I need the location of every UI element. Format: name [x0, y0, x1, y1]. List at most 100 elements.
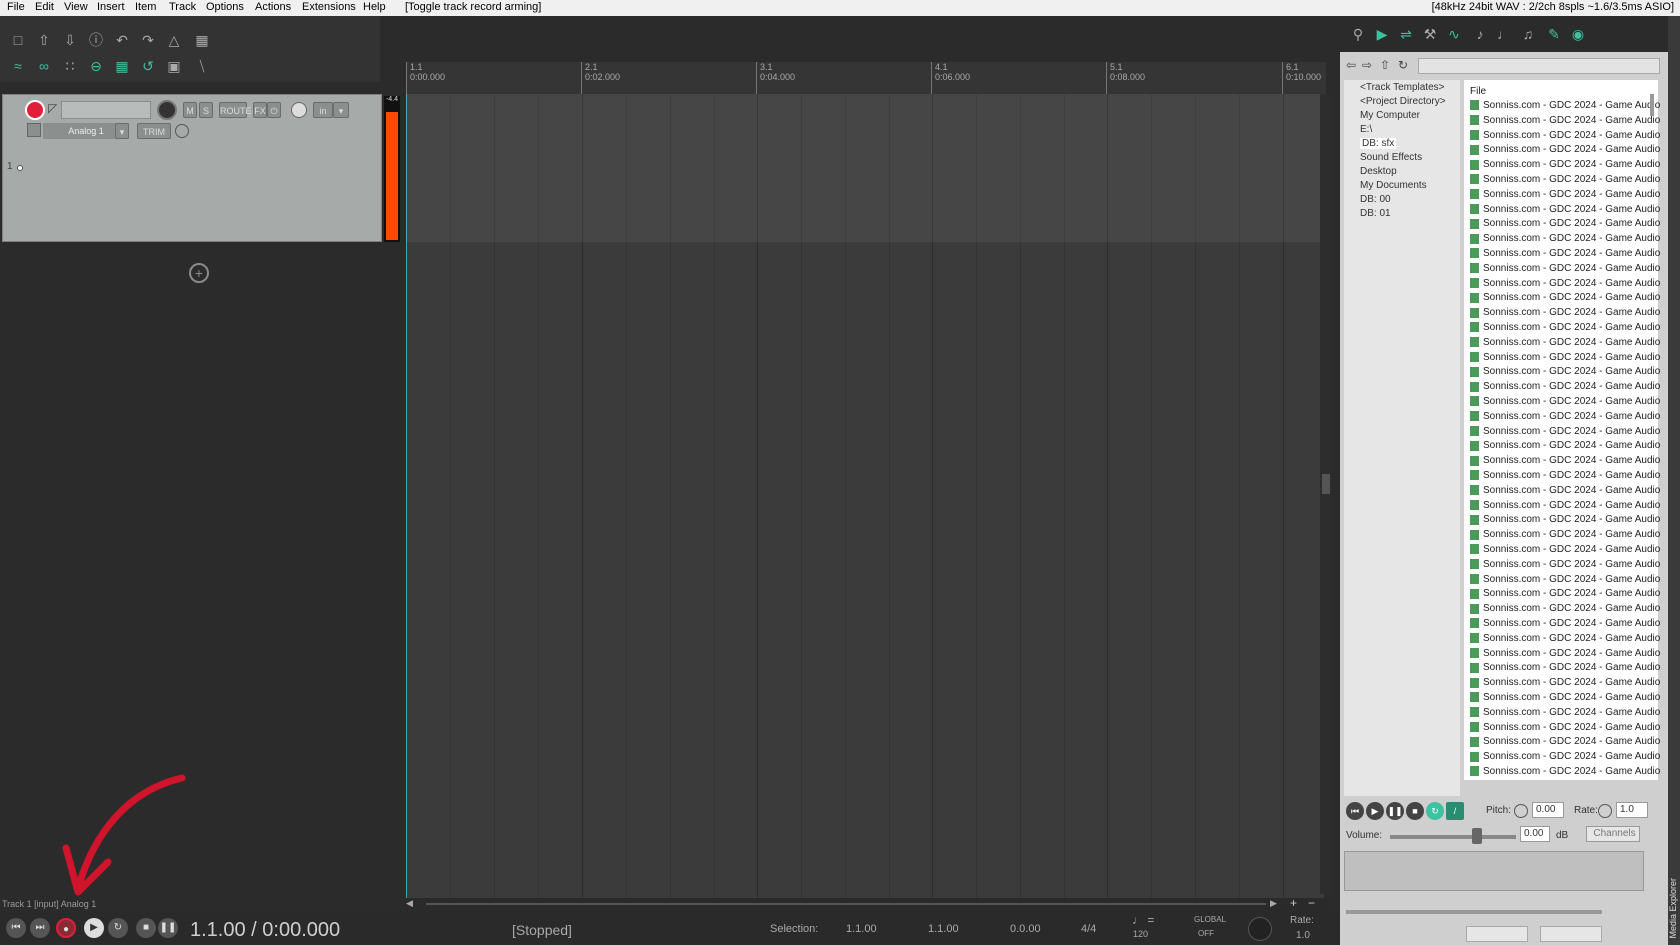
- path-input[interactable]: [1418, 58, 1660, 74]
- file-row[interactable]: Sonniss.com - GDC 2024 - Game Audio: [1470, 751, 1660, 762]
- input-type-icon[interactable]: [27, 123, 41, 137]
- pan-knob[interactable]: [291, 102, 307, 118]
- record-button[interactable]: ●: [56, 918, 76, 938]
- note-icon[interactable]: ♪: [1470, 24, 1490, 44]
- file-row[interactable]: Sonniss.com - GDC 2024 - Game Audio: [1470, 514, 1660, 525]
- preview-position-slider[interactable]: [1346, 910, 1602, 914]
- file-row[interactable]: Sonniss.com - GDC 2024 - Game Audio: [1470, 736, 1660, 747]
- menu-track[interactable]: Track: [169, 1, 196, 13]
- tree-item[interactable]: <Track Templates>: [1360, 82, 1444, 93]
- menu-insert[interactable]: Insert: [97, 1, 125, 13]
- tree-item[interactable]: DB: 00: [1360, 194, 1391, 205]
- save-project-icon[interactable]: ⇩: [60, 30, 80, 50]
- scroll-left-icon[interactable]: ◀: [406, 898, 418, 910]
- media-explorer-dock-tab[interactable]: Media Explorer: [1668, 16, 1680, 945]
- file-row[interactable]: Sonniss.com - GDC 2024 - Game Audio: [1470, 618, 1660, 629]
- file-row[interactable]: Sonniss.com - GDC 2024 - Game Audio: [1470, 662, 1660, 673]
- file-row[interactable]: Sonniss.com - GDC 2024 - Game Audio: [1470, 248, 1660, 259]
- input-monitor-button[interactable]: in: [313, 102, 333, 118]
- global-automation-label[interactable]: GLOBAL: [1194, 915, 1226, 924]
- menu-actions[interactable]: Actions: [255, 1, 291, 13]
- menu-help[interactable]: Help: [363, 1, 386, 13]
- file-row[interactable]: Sonniss.com - GDC 2024 - Game Audio: [1470, 411, 1660, 422]
- preview-icon[interactable]: ◉: [1568, 24, 1588, 44]
- file-row[interactable]: Sonniss.com - GDC 2024 - Game Audio: [1470, 500, 1660, 511]
- file-row[interactable]: Sonniss.com - GDC 2024 - Game Audio: [1470, 204, 1660, 215]
- tree-item[interactable]: My Documents: [1360, 180, 1427, 191]
- pause-button[interactable]: ❚❚: [158, 918, 178, 938]
- volume-slider-thumb[interactable]: [1472, 828, 1482, 844]
- double-note-icon[interactable]: ♫: [1518, 24, 1538, 44]
- file-row[interactable]: Sonniss.com - GDC 2024 - Game Audio: [1470, 233, 1660, 244]
- forward-icon[interactable]: ⇨: [1362, 58, 1372, 72]
- trim-button[interactable]: TRIM: [137, 123, 171, 139]
- track-name-field[interactable]: [61, 101, 151, 119]
- envelope-points-icon[interactable]: ⧹: [192, 56, 212, 76]
- file-row[interactable]: Sonniss.com - GDC 2024 - Game Audio: [1470, 144, 1660, 155]
- file-row[interactable]: Sonniss.com - GDC 2024 - Game Audio: [1470, 529, 1660, 540]
- up-folder-icon[interactable]: ⇧: [1380, 58, 1390, 72]
- file-row[interactable]: Sonniss.com - GDC 2024 - Game Audio: [1470, 278, 1660, 289]
- time-signature[interactable]: 4/4: [1081, 923, 1096, 935]
- file-row[interactable]: Sonniss.com - GDC 2024 - Game Audio: [1470, 337, 1660, 348]
- tool-icon[interactable]: ⚒: [1420, 24, 1440, 44]
- fx-bypass-icon[interactable]: ⏻: [267, 102, 281, 118]
- project-settings-icon[interactable]: ⓘ: [86, 30, 106, 50]
- file-row[interactable]: Sonniss.com - GDC 2024 - Game Audio: [1470, 218, 1660, 229]
- tree-item[interactable]: DB: 01: [1360, 208, 1391, 219]
- file-row[interactable]: Sonniss.com - GDC 2024 - Game Audio: [1470, 381, 1660, 392]
- media-file-list[interactable]: File Sonniss.com - GDC 2024 - Game Audio…: [1464, 80, 1660, 780]
- edit-icon[interactable]: ✎: [1544, 24, 1564, 44]
- file-row[interactable]: Sonniss.com - GDC 2024 - Game Audio: [1470, 189, 1660, 200]
- volume-field[interactable]: 0.00: [1520, 826, 1550, 842]
- snap-grid-icon[interactable]: ∷: [60, 56, 80, 76]
- file-row[interactable]: Sonniss.com - GDC 2024 - Game Audio: [1470, 100, 1660, 111]
- file-row[interactable]: Sonniss.com - GDC 2024 - Game Audio: [1470, 470, 1660, 481]
- audio-device-status[interactable]: [48kHz 24bit WAV : 2/2ch 8spls ~1.6/3.5m…: [1432, 1, 1674, 13]
- grid-view-icon[interactable]: ▦: [192, 30, 212, 50]
- repeat-icon[interactable]: ↻: [108, 918, 128, 938]
- file-row[interactable]: Sonniss.com - GDC 2024 - Game Audio: [1470, 174, 1660, 185]
- track-header[interactable]: ◸ M S ROUTE FX ⏻ in ▾ Analog 1 ▾ TRIM 1: [2, 94, 382, 242]
- file-row[interactable]: Sonniss.com - GDC 2024 - Game Audio: [1470, 485, 1660, 496]
- ripple-editing-icon[interactable]: ≈: [8, 56, 28, 76]
- file-column-header[interactable]: File: [1470, 86, 1486, 97]
- metronome-icon[interactable]: △: [164, 30, 184, 50]
- arrange-vertical-scrollbar[interactable]: [1320, 94, 1332, 894]
- add-track-button[interactable]: +: [189, 263, 209, 283]
- file-row[interactable]: Sonniss.com - GDC 2024 - Game Audio: [1470, 766, 1660, 777]
- grid-toggle-icon[interactable]: ▦: [112, 56, 132, 76]
- half-note-icon[interactable]: ♩: [1494, 24, 1514, 44]
- file-row[interactable]: Sonniss.com - GDC 2024 - Game Audio: [1470, 544, 1660, 555]
- selection-end[interactable]: 1.1.00: [928, 923, 959, 935]
- preview-pause-button[interactable]: ❚❚: [1386, 802, 1404, 820]
- redo-icon[interactable]: ↷: [138, 30, 158, 50]
- solo-button[interactable]: S: [199, 102, 213, 118]
- file-row[interactable]: Sonniss.com - GDC 2024 - Game Audio: [1470, 322, 1660, 333]
- media-explorer-left-field[interactable]: [1466, 926, 1528, 942]
- hscroll-track[interactable]: [426, 903, 1266, 905]
- pitch-knob[interactable]: [1514, 804, 1528, 818]
- tempo-bpm[interactable]: 120: [1133, 929, 1148, 939]
- volume-slider[interactable]: [1390, 835, 1516, 839]
- input-select-arrow-icon[interactable]: ▾: [115, 123, 129, 139]
- track-lane[interactable]: [406, 94, 1324, 242]
- tree-item[interactable]: <Project Directory>: [1360, 96, 1446, 107]
- file-row[interactable]: Sonniss.com - GDC 2024 - Game Audio: [1470, 366, 1660, 377]
- locking-icon[interactable]: ⊖: [86, 56, 106, 76]
- route-button[interactable]: ROUTE: [219, 102, 252, 118]
- menu-view[interactable]: View: [64, 1, 88, 13]
- file-row[interactable]: Sonniss.com - GDC 2024 - Game Audio: [1470, 115, 1660, 126]
- file-row[interactable]: Sonniss.com - GDC 2024 - Game Audio: [1470, 396, 1660, 407]
- file-row[interactable]: Sonniss.com - GDC 2024 - Game Audio: [1470, 588, 1660, 599]
- selection-start[interactable]: 1.1.00: [846, 923, 877, 935]
- tree-item[interactable]: Sound Effects: [1360, 152, 1422, 163]
- preview-waveform[interactable]: [1344, 851, 1644, 891]
- input-dropdown-icon[interactable]: ▾: [333, 102, 349, 118]
- volume-knob[interactable]: [157, 100, 177, 120]
- play-button[interactable]: ▶: [84, 918, 104, 938]
- zoom-out-icon[interactable]: −: [1308, 896, 1320, 910]
- file-row[interactable]: Sonniss.com - GDC 2024 - Game Audio: [1470, 263, 1660, 274]
- track-meter[interactable]: -4.4: [384, 96, 400, 242]
- playrate-knob[interactable]: [1248, 917, 1272, 941]
